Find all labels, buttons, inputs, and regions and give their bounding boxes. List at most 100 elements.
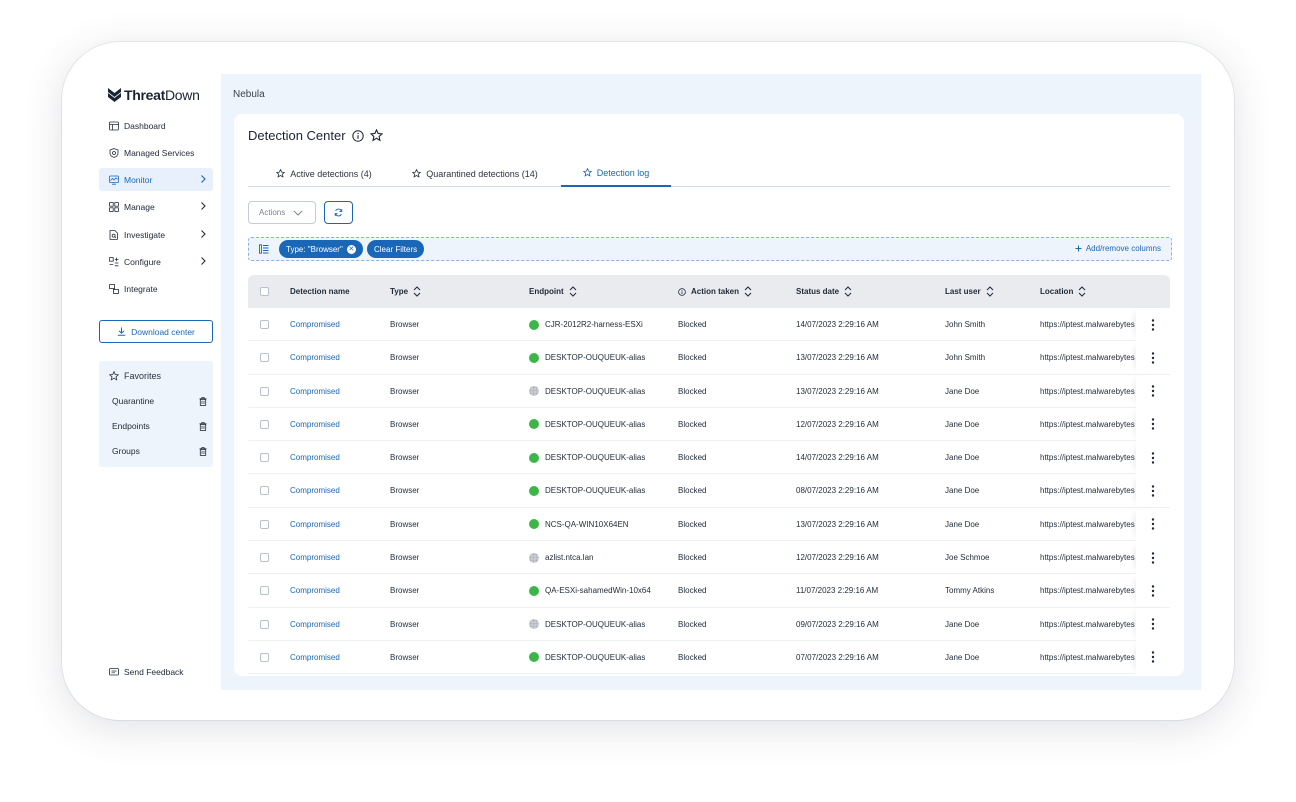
sidebar-item-manage[interactable]: Manage [99,195,213,218]
trash-icon[interactable] [199,446,207,456]
endpoint-cell[interactable]: azlist.ntca.lan [529,541,593,574]
sidebar-item-monitor[interactable]: Monitor [99,168,213,191]
sort-icon[interactable] [413,286,421,297]
sort-icon[interactable] [986,286,994,297]
table-row[interactable]: Compromised Browser QA-ESXi-sahamedWin-10x… [248,574,1170,608]
sidebar-item-configure[interactable]: Configure [99,250,213,273]
filter-chip-type[interactable]: Type: "Browser" ✕ [279,240,363,258]
tab-detection-log[interactable]: Detection log [561,160,671,187]
action-taken-cell: Blocked [678,619,707,629]
row-actions-button[interactable] [1136,541,1170,575]
endpoint-cell[interactable]: NCS-QA-WIN10X64EN [529,508,629,541]
detection-name-link[interactable]: Compromised [290,541,340,574]
column-header-action-taken[interactable]: Action taken [678,275,752,308]
row-actions-button[interactable] [1136,640,1170,674]
sort-icon[interactable] [744,286,752,297]
detection-name-link[interactable]: Compromised [290,608,340,641]
sort-icon[interactable] [569,286,577,297]
favorite-item-groups[interactable]: Groups [112,446,207,456]
endpoint-cell[interactable]: CJR-2012R2-harness-ESXi [529,308,643,341]
row-checkbox[interactable] [260,419,269,429]
column-header-status-date[interactable]: Status date [796,275,852,308]
column-header-endpoint[interactable]: Endpoint [529,275,577,308]
info-icon[interactable] [351,129,364,142]
close-icon[interactable]: ✕ [346,244,356,254]
favorite-star-icon[interactable] [369,129,383,142]
row-actions-button[interactable] [1136,341,1170,375]
filter-list-icon[interactable] [259,244,269,254]
table-row[interactable]: Compromised Browser DESKTOP-OUQUEUK-alias B… [248,341,1170,375]
row-checkbox[interactable] [260,652,269,662]
table-row[interactable]: Compromised Browser DESKTOP-OUQUEUK-alias B… [248,407,1170,442]
row-checkbox[interactable] [260,320,269,329]
endpoint-cell[interactable]: DESKTOP-OUQUEUK-alias [529,474,645,507]
detection-name-link[interactable]: Compromised [290,474,340,507]
detection-name-link[interactable]: Compromised [290,408,340,441]
row-checkbox[interactable] [260,453,269,463]
sort-icon[interactable] [1078,286,1086,297]
favorite-item-endpoints[interactable]: Endpoints [112,421,207,431]
detection-name-link[interactable]: Compromised [290,441,340,474]
row-checkbox[interactable] [260,353,269,363]
threatdown-logo[interactable]: ThreatDown [108,86,200,104]
endpoint-cell[interactable]: DESKTOP-OUQUEUK-alias [529,375,645,408]
trash-icon[interactable] [199,396,207,406]
column-header-last-user[interactable]: Last user [945,275,994,308]
row-actions-button[interactable] [1136,507,1170,541]
endpoint-cell[interactable]: DESKTOP-OUQUEUK-alias [529,641,645,674]
column-header-type[interactable]: Type [390,275,421,308]
row-checkbox[interactable] [260,619,269,629]
favorite-item-quarantine[interactable]: Quarantine [112,396,207,406]
trash-icon[interactable] [199,421,207,431]
detection-name-link[interactable]: Compromised [290,308,340,341]
endpoint-cell[interactable]: DESKTOP-OUQUEUK-alias [529,441,645,474]
detection-name-link[interactable]: Compromised [290,375,340,408]
more-vertical-icon [1151,518,1155,530]
detection-name-link[interactable]: Compromised [290,574,340,607]
endpoint-cell[interactable]: DESKTOP-OUQUEUK-alias [529,341,645,374]
column-header-detection-name[interactable]: Detection name [290,275,350,308]
row-actions-button[interactable] [1136,574,1170,608]
table-row[interactable]: Compromised Browser DESKTOP-OUQUEUK-alias B… [248,607,1170,641]
add-remove-columns-link[interactable]: Add/remove columns [1075,244,1161,253]
table-row[interactable]: Compromised Browser NCS-QA-WIN10X64EN Block… [248,507,1170,542]
sort-icon[interactable] [844,286,852,297]
row-actions-button[interactable] [1136,407,1170,441]
refresh-button[interactable] [324,201,353,224]
table-row[interactable]: Compromised Browser CJR-2012R2-harness-ESX… [248,308,1170,342]
detection-name-link[interactable]: Compromised [290,641,340,674]
table-row[interactable]: Compromised Browser DESKTOP-OUQUEUK-alias B… [248,441,1170,475]
table-row[interactable]: Compromised Browser azlist.ntca.lan Blocked… [248,541,1170,575]
table-row[interactable]: Compromised Browser DESKTOP-OUQUEUK-alias B… [248,640,1170,675]
download-center-button[interactable]: Download center [99,320,213,343]
select-all-checkbox[interactable] [260,287,269,296]
sidebar-item-integrate[interactable]: Integrate [99,277,213,300]
row-actions-button[interactable] [1136,374,1170,408]
row-checkbox[interactable] [260,486,269,496]
tab-quarantined-detections[interactable]: Quarantined detections (14) [400,160,550,187]
sidebar-item-investigate[interactable]: Investigate [99,223,213,246]
row-checkbox[interactable] [260,586,269,596]
send-feedback-link[interactable]: Send Feedback [109,667,184,677]
table-row[interactable]: Compromised Browser DESKTOP-OUQUEUK-alias B… [248,374,1170,408]
row-actions-button[interactable] [1136,474,1170,508]
table-row[interactable]: Compromised Browser DESKTOP-OUQUEUK-alias B… [248,474,1170,508]
endpoint-cell[interactable]: DESKTOP-OUQUEUK-alias [529,408,645,441]
sidebar-item-managed-services[interactable]: Managed Services [99,141,213,164]
endpoint-cell[interactable]: QA-ESXi-sahamedWin-10x64 [529,574,651,607]
tab-active-detections[interactable]: Active detections (4) [260,160,388,187]
column-header-location[interactable]: Location [1040,275,1086,308]
row-actions-button[interactable] [1136,308,1170,341]
detection-name-link[interactable]: Compromised [290,508,340,541]
row-actions-button[interactable] [1136,607,1170,641]
row-checkbox[interactable] [260,553,269,563]
endpoint-cell[interactable]: DESKTOP-OUQUEUK-alias [529,608,645,641]
actions-dropdown[interactable]: Actions [248,201,316,224]
row-checkbox[interactable] [260,386,269,396]
sidebar-item-dashboard[interactable]: Dashboard [99,114,213,137]
row-checkbox[interactable] [260,519,269,529]
row-actions-button[interactable] [1136,441,1170,475]
detection-name-link[interactable]: Compromised [290,341,340,374]
clear-filters-button[interactable]: Clear Filters [367,240,425,258]
last-user-cell: Jane Doe [945,519,980,529]
